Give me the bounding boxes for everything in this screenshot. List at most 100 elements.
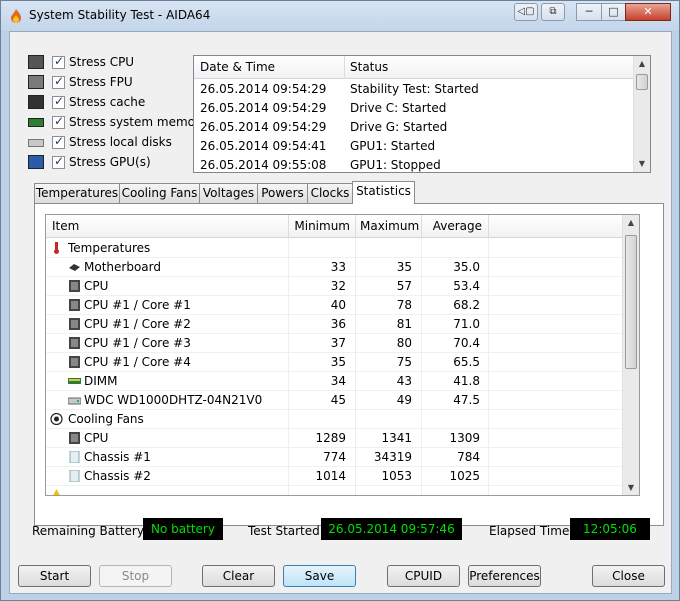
fpu-icon: [28, 75, 44, 89]
log-header: Date & Time Status: [194, 56, 634, 79]
log-row[interactable]: 26.05.2014 09:54:41 GPU1: Started: [194, 137, 634, 156]
log-row[interactable]: 26.05.2014 09:54:29 Drive C: Started: [194, 99, 634, 118]
statistics-panel: Item Minimum Maximum Average Temperature…: [34, 203, 664, 526]
maximize-button[interactable]: □: [601, 3, 626, 21]
gpu-icon: [28, 155, 44, 169]
copy-window-icon[interactable]: ⧉: [541, 3, 565, 21]
stress-cpu-option[interactable]: Stress CPU: [28, 54, 198, 72]
column-divider[interactable]: [421, 215, 422, 238]
column-maximum[interactable]: Maximum: [360, 219, 419, 233]
log-header-datetime[interactable]: Date & Time: [200, 60, 275, 74]
log-header-status[interactable]: Status: [350, 60, 388, 74]
statistics-row[interactable]: CPU #1 / Core #1 40 78 68.2: [46, 296, 624, 315]
stop-button[interactable]: Stop: [99, 565, 172, 587]
tab-cooling-fans[interactable]: Cooling Fans: [119, 183, 200, 203]
stress-disks-checkbox[interactable]: [52, 134, 65, 149]
row-name: DIMM: [84, 374, 118, 388]
close-window-button[interactable]: ✕: [625, 3, 671, 21]
row-average: 1025: [449, 469, 480, 483]
chassis-icon: [69, 451, 80, 463]
scroll-up-icon[interactable]: ▲: [634, 56, 650, 72]
stress-gpu-label: Stress GPU(s): [69, 155, 151, 169]
log-scrollbar[interactable]: ▲ ▼: [633, 56, 650, 172]
minimize-button[interactable]: ─: [576, 3, 602, 21]
statistics-row[interactable]: CPU 32 57 53.4: [46, 277, 624, 296]
tab-temperatures[interactable]: Temperatures: [34, 183, 120, 203]
row-name: CPU #1 / Core #2: [84, 317, 191, 331]
statistics-row[interactable]: CPU 1289 1341 1309: [46, 429, 624, 448]
column-divider[interactable]: [288, 215, 289, 238]
status-log[interactable]: Date & Time Status 26.05.2014 09:54:29 S…: [193, 55, 651, 173]
stress-gpu-option[interactable]: Stress GPU(s): [28, 154, 198, 172]
statistics-row[interactable]: CPU #1 / Core #3 37 80 70.4: [46, 334, 624, 353]
close-button[interactable]: Close: [592, 565, 665, 587]
stress-memory-checkbox[interactable]: [52, 114, 65, 129]
row-maximum: 1341: [381, 431, 412, 445]
scroll-up-icon[interactable]: ▲: [623, 215, 639, 231]
elapsed-time-value: 12:05:06: [570, 518, 650, 540]
log-status: GPU1: Stopped: [350, 158, 441, 172]
statistics-row[interactable]: Motherboard 33 35 35.0: [46, 258, 624, 277]
log-scroll-thumb[interactable]: [636, 74, 648, 90]
row-minimum: 1014: [315, 469, 346, 483]
stress-fpu-option[interactable]: Stress FPU: [28, 74, 198, 92]
window-title: System Stability Test - AIDA64: [29, 8, 211, 22]
cpu-icon: [69, 280, 80, 292]
restore-layout-icon[interactable]: ◁▢: [514, 3, 538, 21]
log-row[interactable]: 26.05.2014 09:54:29 Stability Test: Star…: [194, 80, 634, 99]
scroll-down-icon[interactable]: ▼: [634, 156, 650, 172]
stress-memory-option[interactable]: Stress system memory: [28, 114, 207, 132]
statistics-scrollbar[interactable]: ▲ ▼: [622, 215, 639, 495]
column-average[interactable]: Average: [426, 219, 482, 233]
stress-cpu-checkbox[interactable]: [52, 54, 65, 69]
column-divider[interactable]: [488, 215, 489, 238]
preferences-button[interactable]: Preferences: [468, 565, 541, 587]
stress-cpu-label: Stress CPU: [69, 55, 135, 69]
statistics-group-row[interactable]: Cooling Fans: [46, 410, 624, 429]
column-minimum[interactable]: Minimum: [294, 219, 350, 233]
scroll-down-icon[interactable]: ▼: [623, 480, 639, 495]
statistics-row[interactable]: CPU #1 / Core #4 35 75 65.5: [46, 353, 624, 372]
start-button[interactable]: Start: [18, 565, 91, 587]
row-average: 47.5: [453, 393, 480, 407]
column-item[interactable]: Item: [52, 219, 79, 233]
column-divider[interactable]: [355, 215, 356, 238]
statistics-scroll-thumb[interactable]: [625, 235, 637, 369]
statistics-row[interactable]: DIMM 34 43 41.8: [46, 372, 624, 391]
stress-cache-checkbox[interactable]: [52, 94, 65, 109]
tab-powers[interactable]: Powers: [257, 183, 308, 203]
statistics-row[interactable]: CPU #1 / Core #2 36 81 71.0: [46, 315, 624, 334]
stress-disks-option[interactable]: Stress local disks: [28, 134, 198, 152]
cpuid-button[interactable]: CPUID: [387, 565, 460, 587]
row-average: 41.8: [453, 374, 480, 388]
statistics-header: Item Minimum Maximum Average: [46, 215, 624, 238]
disk-icon: [68, 397, 81, 405]
stress-fpu-checkbox[interactable]: [52, 74, 65, 89]
statistics-row[interactable]: WDC WD1000DHTZ-04N21V0 45 49 47.5: [46, 391, 624, 410]
title-bar[interactable]: System Stability Test - AIDA64 ◁▢ ⧉ ─ □ …: [1, 1, 679, 31]
disk-icon: [28, 139, 44, 147]
log-column-divider[interactable]: [344, 56, 345, 79]
log-datetime: 26.05.2014 09:54:41: [200, 139, 327, 153]
statistics-table[interactable]: Item Minimum Maximum Average Temperature…: [45, 214, 640, 496]
row-minimum: 33: [330, 260, 346, 274]
tab-voltages[interactable]: Voltages: [199, 183, 258, 203]
tab-statistics[interactable]: Statistics: [352, 181, 415, 204]
clear-button[interactable]: Clear: [202, 565, 275, 587]
elapsed-time-label: Elapsed Time:: [489, 524, 574, 538]
row-maximum: 75: [396, 355, 412, 369]
log-row[interactable]: 26.05.2014 09:54:29 Drive G: Started: [194, 118, 634, 137]
statistics-row[interactable]: Chassis #1 774 34319 784: [46, 448, 624, 467]
stress-cache-option[interactable]: Stress cache: [28, 94, 198, 112]
log-status: Drive C: Started: [350, 101, 447, 115]
save-button[interactable]: Save: [283, 565, 356, 587]
row-minimum: 36: [330, 317, 346, 331]
stress-fpu-label: Stress FPU: [69, 75, 133, 89]
statistics-group-row[interactable]: Temperatures: [46, 239, 624, 258]
statistics-row[interactable]: Chassis #2 1014 1053 1025: [46, 467, 624, 486]
stress-gpu-checkbox[interactable]: [52, 154, 65, 169]
log-row[interactable]: 26.05.2014 09:55:08 GPU1: Stopped: [194, 156, 634, 172]
row-average: 71.0: [453, 317, 480, 331]
row-name: Cooling Fans: [68, 412, 144, 426]
tab-clocks[interactable]: Clocks: [307, 183, 353, 203]
